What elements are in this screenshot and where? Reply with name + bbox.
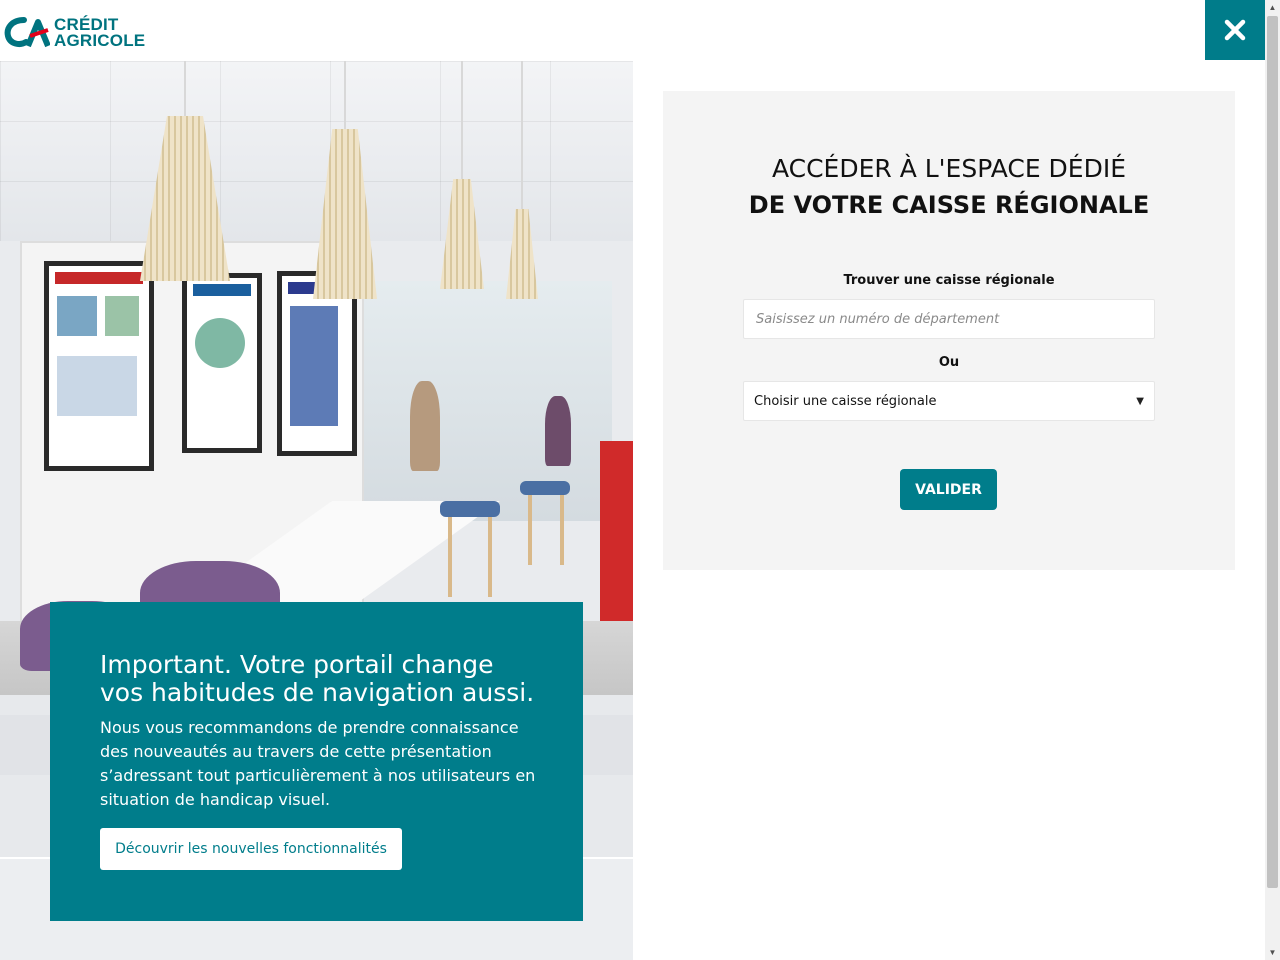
scroll-thumb[interactable] — [1267, 16, 1278, 888]
chevron-down-icon: ▼ — [1136, 395, 1144, 407]
or-label: Ou — [938, 355, 960, 370]
find-caisse-label: Trouver une caisse régionale — [843, 273, 1055, 288]
caisse-select-value: Choisir une caisse régionale — [754, 393, 937, 409]
form-title: ACCÉDER À L'ESPACE DÉDIÉ DE VOTRE CAISSE… — [663, 151, 1235, 223]
discover-features-button[interactable]: Découvrir les nouvelles fonctionnalités — [100, 828, 402, 870]
photo-main — [0, 61, 633, 695]
header: CRÉDIT AGRICOLE — [0, 0, 1265, 61]
form-title-line-2: DE VOTRE CAISSE RÉGIONALE — [748, 191, 1150, 219]
caisse-select[interactable]: Choisir une caisse régionale ▼ — [743, 381, 1155, 421]
form-title-line-1: ACCÉDER À L'ESPACE DÉDIÉ — [771, 154, 1127, 183]
logo-text: CRÉDIT AGRICOLE — [54, 16, 146, 50]
logo-emblem-icon — [4, 17, 50, 48]
caisse-selector-panel: ACCÉDER À L'ESPACE DÉDIÉ DE VOTRE CAISSE… — [663, 91, 1235, 570]
department-search-input[interactable] — [743, 299, 1155, 339]
close-button[interactable] — [1205, 0, 1265, 60]
logo-line-2: AGRICOLE — [54, 31, 146, 50]
close-icon — [1224, 19, 1246, 41]
info-card-title: Important. Votre portail change vos habi… — [100, 650, 535, 707]
submit-button[interactable]: VALIDER — [900, 469, 997, 510]
scroll-down-arrow-icon[interactable]: ▼ — [1265, 945, 1280, 960]
scroll-up-arrow-icon[interactable]: ▲ — [1265, 0, 1280, 15]
info-card: Important. Votre portail change vos habi… — [50, 602, 583, 921]
info-card-text: Nous vous recommandons de prendre connai… — [100, 718, 536, 809]
page-scrollbar[interactable]: ▲ ▼ — [1265, 0, 1280, 960]
credit-agricole-logo[interactable]: CRÉDIT AGRICOLE — [4, 14, 169, 52]
